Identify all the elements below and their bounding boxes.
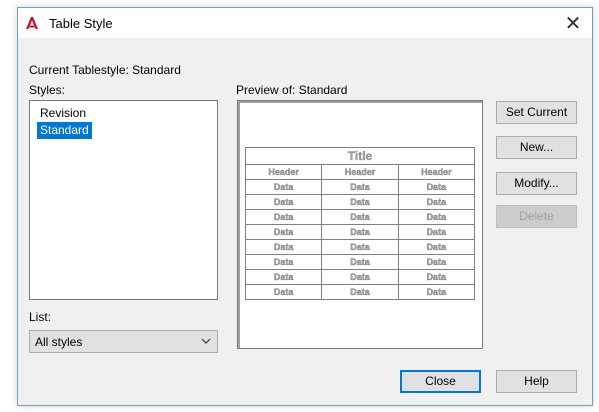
preview-data-row: Data Data Data [244, 224, 476, 240]
style-item-standard[interactable]: Standard [37, 122, 92, 139]
styles-label: Styles: [29, 83, 66, 97]
preview-header-cell: Header [397, 164, 476, 180]
preview-header-cell: Header [244, 164, 323, 180]
delete-button: Delete [496, 205, 577, 228]
style-item-label: Revision [40, 106, 87, 120]
preview-label: Preview of: Standard [236, 83, 348, 97]
preview-table: Title Header Header Header Data Data Data D… [244, 147, 476, 300]
preview-data-cell: Data [321, 284, 399, 300]
preview-data-cell: Data [397, 224, 476, 240]
preview-data-cell: Data [397, 239, 476, 255]
help-button[interactable]: Help [496, 370, 577, 393]
close-button[interactable]: Close [400, 370, 481, 393]
preview-data-cell: Data [244, 194, 323, 210]
preview-data-row: Data Data Data [244, 179, 476, 195]
preview-data-cell: Data [321, 269, 399, 285]
preview-data-cell: Data [321, 224, 399, 240]
list-filter-dropdown[interactable]: All styles [29, 330, 218, 353]
window-title: Table Style [49, 16, 113, 31]
title-bar: Table Style ✕ [18, 8, 592, 38]
preview-header-row: Header Header Header [244, 164, 476, 180]
list-label: List: [29, 310, 52, 324]
preview-data-cell: Data [244, 209, 323, 225]
preview-data-cell: Data [244, 179, 323, 195]
close-icon: ✕ [564, 12, 582, 35]
styles-listbox[interactable]: Revision Standard [29, 100, 218, 300]
preview-data-cell: Data [244, 254, 323, 270]
style-preview-pane: Title Header Header Header Data Data Data D… [237, 100, 483, 349]
close-window-button[interactable]: ✕ [554, 8, 592, 38]
set-current-button[interactable]: Set Current [496, 101, 577, 124]
modify-button[interactable]: Modify... [496, 172, 577, 195]
preview-data-cell: Data [321, 179, 399, 195]
preview-data-cell: Data [244, 224, 323, 240]
preview-data-row: Data Data Data [244, 239, 476, 255]
preview-data-cell: Data [397, 179, 476, 195]
preview-header-cell: Header [321, 164, 399, 180]
preview-data-cell: Data [244, 269, 323, 285]
autocad-logo-icon [26, 17, 38, 29]
table-style-dialog: Table Style ✕ Current Tablestyle: Standa… [17, 7, 593, 406]
preview-data-cell: Data [397, 194, 476, 210]
preview-data-row: Data Data Data [244, 254, 476, 270]
preview-data-cell: Data [244, 239, 323, 255]
preview-data-cell: Data [321, 239, 399, 255]
preview-title-cell: Title [245, 147, 475, 165]
preview-title-row: Title [245, 147, 475, 165]
preview-data-cell: Data [321, 254, 399, 270]
current-tablestyle-label: Current Tablestyle: Standard [29, 63, 181, 77]
preview-data-cell: Data [321, 209, 399, 225]
preview-data-row: Data Data Data [244, 194, 476, 210]
preview-data-cell: Data [397, 284, 476, 300]
style-item-label: Standard [40, 123, 89, 137]
preview-data-cell: Data [397, 269, 476, 285]
new-button[interactable]: New... [496, 136, 577, 159]
preview-data-row: Data Data Data [244, 269, 476, 285]
preview-data-cell: Data [321, 194, 399, 210]
chevron-down-icon [201, 338, 211, 344]
preview-data-row: Data Data Data [244, 209, 476, 225]
preview-data-cell: Data [244, 284, 323, 300]
preview-data-row: Data Data Data [244, 284, 476, 300]
style-item-revision[interactable]: Revision [37, 105, 89, 122]
preview-data-cell: Data [397, 209, 476, 225]
preview-data-cell: Data [397, 254, 476, 270]
list-filter-value: All styles [35, 335, 83, 349]
